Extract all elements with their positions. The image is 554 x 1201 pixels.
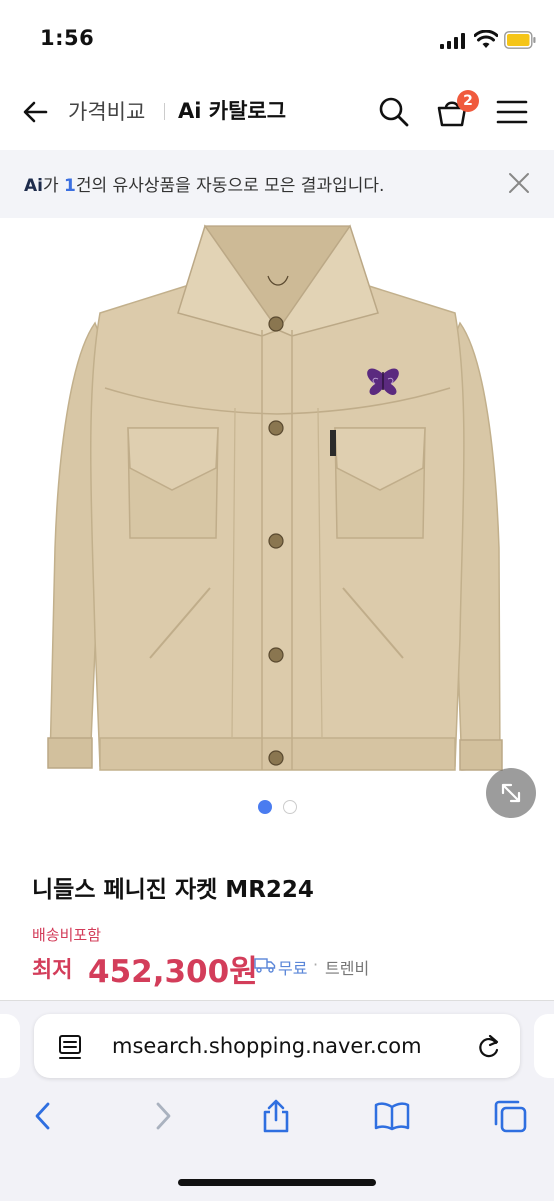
hamburger-menu-icon[interactable] [496, 98, 528, 126]
free-shipping-label: 무료 [278, 959, 308, 978]
wifi-icon [474, 30, 498, 48]
search-icon[interactable] [376, 94, 412, 130]
status-time: 1:56 [40, 26, 95, 50]
tabs-icon[interactable] [492, 1098, 528, 1134]
shipping-included-label: 배송비포함 [32, 926, 102, 944]
close-icon[interactable] [506, 170, 532, 196]
separator: · [313, 955, 319, 974]
back-arrow-icon[interactable] [20, 96, 52, 128]
carousel-dot[interactable] [283, 800, 297, 814]
bookmarks-icon[interactable] [374, 1098, 410, 1134]
cart-count-badge: 2 [457, 90, 479, 112]
url-text[interactable]: msearch.shopping.naver.com [112, 1034, 422, 1058]
ai-label: Ai [24, 176, 43, 196]
jacket-product-image [47, 224, 503, 771]
next-tab-preview[interactable] [534, 1014, 554, 1078]
similar-count: 1 [64, 176, 76, 196]
carousel-dot-active[interactable] [258, 800, 272, 814]
cellular-signal-icon [440, 33, 465, 49]
forward-icon[interactable] [144, 1098, 180, 1134]
previous-tab-preview[interactable] [0, 1014, 20, 1078]
price-compare-link[interactable]: 가격비교 [68, 96, 145, 126]
reader-mode-icon[interactable] [58, 1034, 84, 1060]
seller-name[interactable]: 트렌비 [325, 955, 369, 979]
reload-icon[interactable] [476, 1033, 502, 1061]
header-divider [164, 103, 165, 120]
expand-image-button[interactable] [486, 768, 536, 818]
expand-icon [501, 783, 521, 803]
home-indicator [178, 1179, 376, 1186]
battery-icon [504, 31, 536, 49]
delivery-truck-icon [254, 958, 276, 973]
ai-catalog-title: Ai 카탈로그 [178, 99, 287, 123]
product-title: 니들스 페니진 자켓 MR224 [32, 877, 314, 903]
lowest-price-label: 최저 [32, 958, 73, 983]
back-icon[interactable] [26, 1098, 62, 1134]
product-image-carousel[interactable] [0, 218, 554, 836]
lowest-price: 452,300원 [88, 954, 258, 990]
share-icon[interactable] [258, 1098, 294, 1134]
ai-notice-text: Ai가 1건의 유사상품을 자동으로 모은 결과입니다. [24, 176, 385, 196]
